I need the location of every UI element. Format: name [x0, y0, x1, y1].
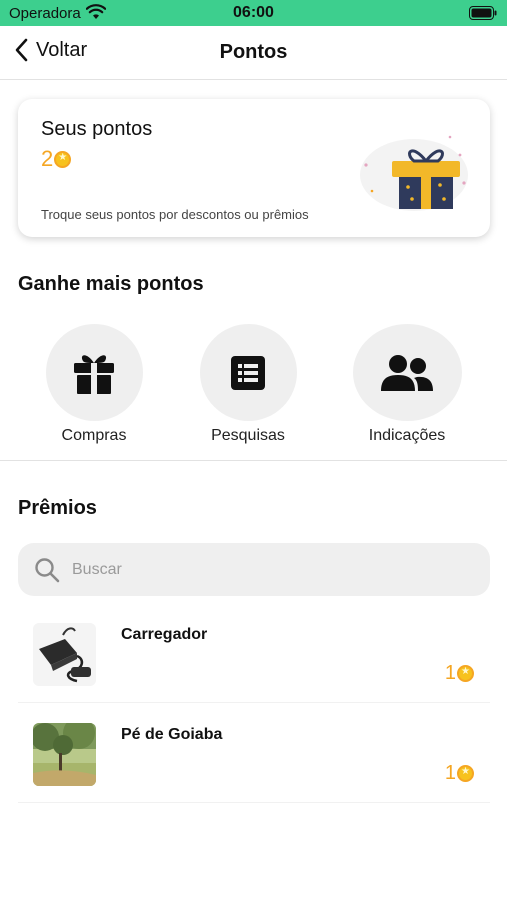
earn-section-title: Ganhe mais pontos: [18, 273, 204, 295]
prize-price-value: 1: [444, 762, 456, 784]
earn-label: Pesquisas: [211, 427, 285, 444]
prize-item[interactable]: Pé de Goiaba 1: [18, 711, 490, 803]
gift-illustration: [352, 125, 472, 220]
earn-purchases-button[interactable]: Compras: [29, 324, 159, 445]
users-icon: [381, 354, 433, 391]
coin-icon: [457, 665, 474, 682]
section-divider: [0, 460, 507, 461]
earn-circle: [45, 324, 143, 421]
points-card-title: Seus pontos: [41, 118, 153, 140]
points-card-hint: Troque seus pontos por descontos ou prêm…: [41, 207, 309, 222]
prizes-section-title: Prêmios: [18, 497, 97, 519]
clock: 06:00: [233, 4, 274, 21]
earn-referrals-button[interactable]: Indicações: [342, 324, 472, 445]
points-balance: 2: [41, 146, 72, 172]
earn-label: Compras: [61, 427, 127, 444]
coin-icon: [457, 765, 474, 782]
status-bar: Operadora 06:00: [0, 0, 507, 26]
prize-price-value: 1: [444, 662, 456, 684]
battery-icon: [469, 6, 497, 25]
prize-item[interactable]: Carregador 1: [18, 611, 490, 703]
earn-circle: [199, 324, 297, 421]
page-title: Pontos: [219, 41, 288, 63]
coin-icon: [54, 150, 72, 168]
prize-price: 1: [445, 662, 474, 685]
nav-bar: Voltar Pontos: [0, 26, 507, 80]
prize-thumbnail: [33, 623, 96, 686]
earn-label: Indicações: [368, 427, 446, 444]
prize-name: Carregador: [121, 626, 208, 643]
earn-circle: [352, 324, 462, 421]
search-icon: [35, 557, 60, 582]
list-icon: [231, 355, 265, 390]
gift-icon: [74, 354, 114, 394]
search-bar[interactable]: [18, 543, 490, 596]
points-value: 2: [41, 146, 54, 171]
prize-name: Pé de Goiaba: [121, 726, 223, 743]
prize-price: 1: [445, 762, 474, 785]
prize-thumbnail: [33, 723, 96, 786]
search-input[interactable]: [72, 560, 452, 579]
points-card[interactable]: Seus pontos 2 Troque seus pontos por des…: [18, 99, 490, 237]
earn-surveys-button[interactable]: Pesquisas: [183, 324, 313, 445]
